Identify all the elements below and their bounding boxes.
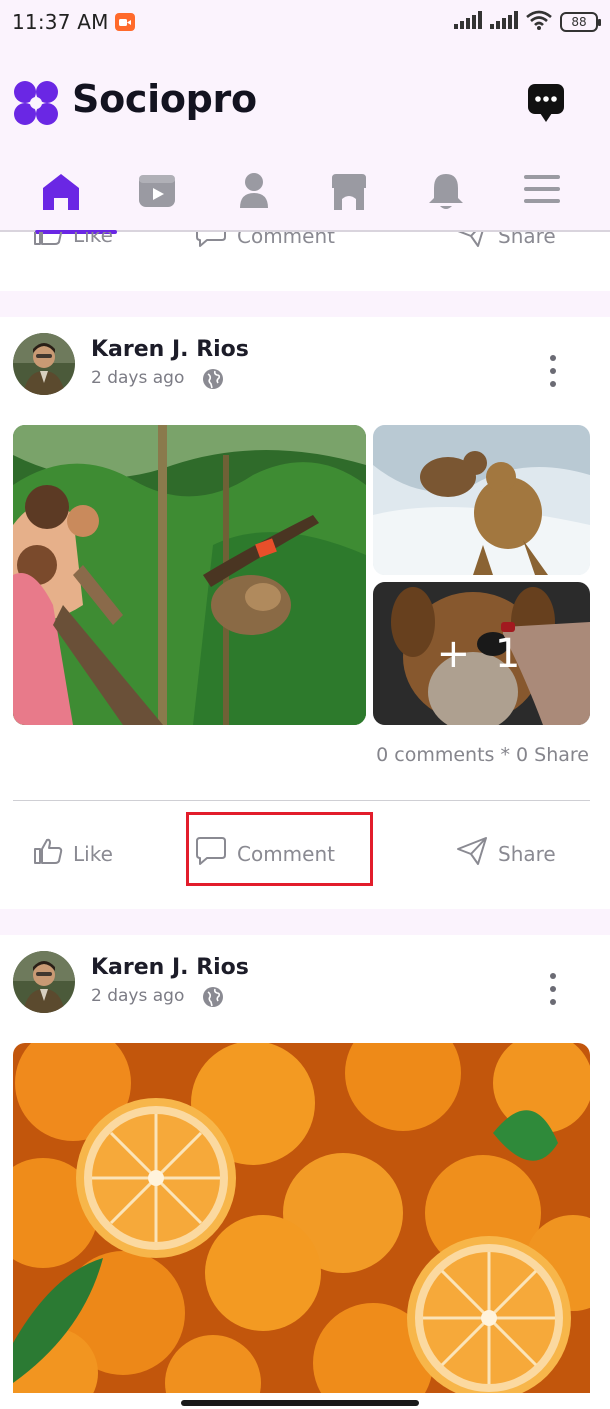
tab-bar bbox=[0, 164, 610, 234]
post-divider bbox=[13, 800, 590, 801]
signal-icon bbox=[454, 11, 482, 33]
tab-home[interactable] bbox=[15, 164, 117, 234]
speech-bubble-icon bbox=[195, 232, 227, 253]
post-image-bears[interactable] bbox=[373, 425, 590, 575]
globe-icon bbox=[202, 368, 224, 390]
share-label: Share bbox=[498, 232, 556, 248]
status-time: 11:37 AM bbox=[12, 10, 109, 34]
home-icon bbox=[41, 172, 81, 216]
thumbs-up-icon bbox=[33, 232, 63, 251]
more-options-icon[interactable] bbox=[540, 351, 566, 391]
comment-label: Comment bbox=[237, 232, 335, 248]
share-button[interactable]: Share bbox=[456, 836, 556, 871]
tab-notifications[interactable] bbox=[400, 164, 492, 232]
tab-marketplace[interactable] bbox=[303, 164, 395, 232]
store-icon bbox=[330, 172, 368, 216]
feed-separator bbox=[0, 291, 610, 317]
post-image-oranges[interactable] bbox=[13, 1043, 590, 1393]
menu-icon bbox=[523, 172, 561, 210]
brand-name: Sociopro bbox=[72, 77, 257, 121]
post-image-dog[interactable]: + 1 bbox=[373, 582, 590, 725]
globe-icon bbox=[202, 986, 224, 1008]
feed-separator bbox=[0, 909, 610, 935]
home-indicator bbox=[181, 1400, 419, 1406]
clover-logo-icon[interactable] bbox=[12, 80, 60, 126]
status-bar: 11:37 AM 88 bbox=[0, 0, 610, 44]
tab-menu[interactable] bbox=[496, 164, 588, 232]
post-time: 2 days ago bbox=[91, 368, 185, 388]
battery-level: 88 bbox=[571, 15, 587, 29]
post-stats[interactable]: 0 comments * 0 Share bbox=[376, 744, 589, 766]
video-icon bbox=[138, 172, 176, 214]
share-button[interactable]: Share bbox=[456, 232, 556, 253]
avatar[interactable] bbox=[13, 333, 75, 395]
tab-videos[interactable] bbox=[111, 164, 203, 232]
highlight-box bbox=[186, 812, 373, 886]
like-label: Like bbox=[73, 841, 113, 866]
tab-profile[interactable] bbox=[208, 164, 300, 232]
video-record-icon bbox=[114, 13, 135, 31]
wifi-icon bbox=[526, 10, 552, 34]
share-label: Share bbox=[498, 841, 556, 866]
bell-icon bbox=[428, 172, 464, 216]
more-options-icon[interactable] bbox=[540, 969, 566, 1009]
like-button[interactable]: Like bbox=[33, 232, 113, 251]
more-images-count[interactable]: + 1 bbox=[373, 582, 590, 725]
like-button[interactable]: Like bbox=[33, 837, 113, 870]
post-author[interactable]: Karen J. Rios bbox=[91, 337, 249, 362]
post-author[interactable]: Karen J. Rios bbox=[91, 955, 249, 980]
comment-button[interactable]: Comment bbox=[195, 232, 335, 253]
post-card: Karen J. Rios 2 days ago bbox=[0, 935, 610, 1409]
paper-plane-icon bbox=[456, 836, 488, 871]
thumbs-up-icon bbox=[33, 837, 63, 870]
like-label: Like bbox=[73, 232, 113, 247]
user-icon bbox=[239, 172, 269, 214]
paper-plane-icon bbox=[456, 232, 488, 253]
signal-icon bbox=[490, 11, 518, 33]
app-header: Sociopro bbox=[0, 44, 610, 164]
previous-post-actions: Like Comment Share bbox=[0, 232, 610, 254]
chat-bubble-icon[interactable] bbox=[526, 82, 566, 126]
battery-icon: 88 bbox=[560, 12, 601, 32]
post-time: 2 days ago bbox=[91, 986, 185, 1006]
post-image-sloth[interactable] bbox=[13, 425, 366, 725]
avatar[interactable] bbox=[13, 951, 75, 1013]
